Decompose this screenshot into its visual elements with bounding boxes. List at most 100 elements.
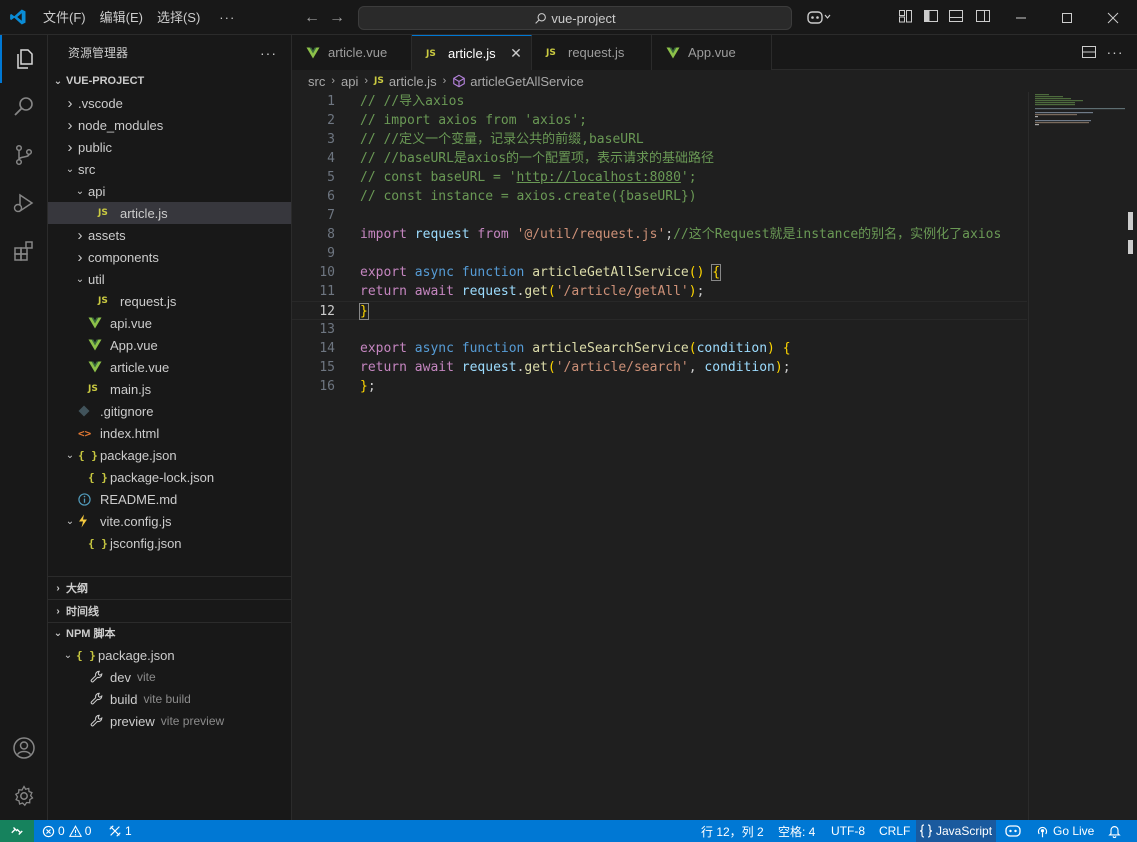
editor-tab[interactable]: JS article.js ✕ [412, 35, 532, 71]
code-line[interactable]: 11 return await request.get('/article/get… [292, 282, 1027, 301]
code-line[interactable]: 3 // //定义一个变量，记录公共的前缀,baseURL [292, 130, 1027, 149]
menu-item[interactable]: 文件(F) [36, 0, 93, 35]
code-line[interactable]: 12} [292, 301, 1027, 320]
menu-item[interactable]: 选择(S) [150, 0, 207, 35]
code-line[interactable]: 10 export async function articleGetAllSer… [292, 263, 1027, 282]
accounts-icon[interactable] [0, 724, 48, 772]
file-item[interactable]: App.vue [48, 334, 291, 356]
tab-label: request.js [568, 45, 625, 60]
folder-item[interactable]: ⌄ util [48, 268, 291, 290]
editor-tab[interactable]: App.vue [652, 35, 772, 70]
code-line[interactable]: 9 [292, 244, 1027, 263]
file-item[interactable]: article.vue [48, 356, 291, 378]
file-item[interactable]: api.vue [48, 312, 291, 334]
breadcrumb-api[interactable]: api [341, 74, 358, 89]
folder-item[interactable]: › node_modules [48, 114, 291, 136]
back-icon[interactable]: ← [300, 0, 324, 35]
encoding-status[interactable]: UTF-8 [831, 820, 865, 842]
code-line[interactable]: 5 // const baseURL = 'http://localhost:80… [292, 168, 1027, 187]
code-line[interactable]: 16}; [292, 377, 1027, 396]
split-editor-icon[interactable] [1080, 43, 1098, 61]
file-item[interactable]: <> index.html [48, 422, 291, 444]
file-item[interactable]: ⌄ vite.config.js [48, 510, 291, 532]
breadcrumb-file[interactable]: article.js [389, 74, 437, 89]
breadcrumb-src[interactable]: src [308, 74, 325, 89]
wrench-icon [90, 714, 103, 727]
close-window-icon[interactable] [1090, 0, 1136, 35]
toggle-secondary-sidebar-icon[interactable] [975, 8, 993, 26]
code-token: { [782, 341, 791, 356]
project-folder-header[interactable]: ⌄ VUE-PROJECT [48, 70, 291, 92]
npm-package-json[interactable]: ⌄ { } package.json [48, 644, 291, 666]
source-control-icon[interactable] [0, 131, 48, 179]
minimap[interactable] [1028, 92, 1128, 820]
toggle-panel-icon[interactable] [948, 8, 966, 26]
file-item[interactable]: JS article.js [48, 202, 291, 224]
extensions-icon[interactable] [0, 227, 48, 275]
file-item[interactable]: ⌄{ } package.json [48, 444, 291, 466]
vue-file-icon [88, 339, 106, 351]
settings-gear-icon[interactable] [0, 772, 48, 820]
command-center-search[interactable]: vue-project [358, 6, 792, 30]
menu-item[interactable]: 编辑(E) [93, 0, 150, 35]
customize-layout-icon[interactable] [898, 8, 916, 26]
file-item[interactable]: { } jsconfig.json [48, 532, 291, 554]
folder-item[interactable]: ⌄ api [48, 180, 291, 202]
breadcrumb-symbol[interactable]: articleGetAllService [470, 74, 583, 89]
npm-script-item[interactable]: build vite build [48, 688, 291, 710]
more-menu-icon[interactable]: ··· [207, 0, 247, 35]
cursor-position[interactable]: 行 12，列 2 [701, 820, 764, 842]
code-line[interactable]: 13 [292, 320, 1027, 339]
code-line[interactable]: 6 // const instance = axios.create({baseU… [292, 187, 1027, 206]
notifications-bell-icon[interactable] [1108, 820, 1121, 842]
code-line[interactable]: 1 // //导入axios [292, 92, 1027, 111]
code-line[interactable]: 2 // import axios from 'axios'; [292, 111, 1027, 130]
folder-item[interactable]: ⌄ src [48, 158, 291, 180]
copilot-icon[interactable] [806, 8, 831, 26]
file-item[interactable]: .gitignore [48, 400, 291, 422]
copilot-status-icon[interactable] [1004, 820, 1022, 842]
toggle-primary-sidebar-icon[interactable] [923, 8, 941, 26]
folder-item[interactable]: › public [48, 136, 291, 158]
code-line[interactable]: 14 export async function articleSearchSer… [292, 339, 1027, 358]
code-token: '/article/getAll' [555, 284, 689, 299]
code-line[interactable]: 4 // //baseURL是axios的一个配置项，表示请求的基础路径 [292, 149, 1027, 168]
language-mode[interactable]: JavaScript [916, 820, 997, 842]
indentation-status[interactable]: 空格: 4 [778, 820, 815, 842]
forward-icon[interactable]: → [325, 0, 349, 35]
folder-item[interactable]: › components [48, 246, 291, 268]
code-token: // //baseURL是axios的一个配置项，表示请求的基础路径 [360, 151, 715, 166]
folder-item[interactable]: › assets [48, 224, 291, 246]
explorer-icon[interactable] [0, 35, 48, 83]
js-file-icon: JS [374, 76, 384, 86]
close-tab-icon[interactable]: ✕ [509, 46, 523, 60]
maximize-icon[interactable] [1044, 0, 1090, 35]
outline-section[interactable]: › 大纲 [48, 577, 291, 599]
ports-status[interactable]: 1 [108, 820, 132, 842]
go-live-button[interactable]: Go Live [1036, 820, 1094, 842]
folder-item[interactable]: › .vscode [48, 92, 291, 114]
npm-scripts-section[interactable]: ⌄ NPM 脚本 [48, 622, 291, 644]
run-debug-icon[interactable] [0, 179, 48, 227]
editor-tab[interactable]: JS request.js [532, 35, 652, 70]
file-item[interactable]: JS request.js [48, 290, 291, 312]
code-line[interactable]: 7 [292, 206, 1027, 225]
code-line[interactable]: 15 return await request.get('/article/sea… [292, 358, 1027, 377]
code-line[interactable]: 8 import request from '@/util/request.js'… [292, 225, 1027, 244]
remote-indicator-icon[interactable] [0, 820, 34, 842]
npm-script-item[interactable]: preview vite preview [48, 710, 291, 732]
search-icon[interactable] [0, 83, 48, 131]
timeline-section[interactable]: › 时间线 [48, 600, 291, 622]
file-item[interactable]: README.md [48, 488, 291, 510]
file-item[interactable]: { } package-lock.json [48, 466, 291, 488]
file-item[interactable]: JS main.js [48, 378, 291, 400]
npm-script-item[interactable]: dev vite [48, 666, 291, 688]
problems-status[interactable]: 0 0 [42, 820, 91, 842]
minimize-icon[interactable] [998, 0, 1044, 35]
code-editor[interactable]: 1 // //导入axios 2 // import axios from 'axio… [292, 92, 1137, 820]
editor-tab[interactable]: article.vue [292, 35, 412, 70]
more-actions-icon[interactable]: ··· [1106, 43, 1124, 61]
more-actions-icon[interactable]: ··· [260, 45, 277, 61]
eol-status[interactable]: CRLF [879, 820, 910, 842]
